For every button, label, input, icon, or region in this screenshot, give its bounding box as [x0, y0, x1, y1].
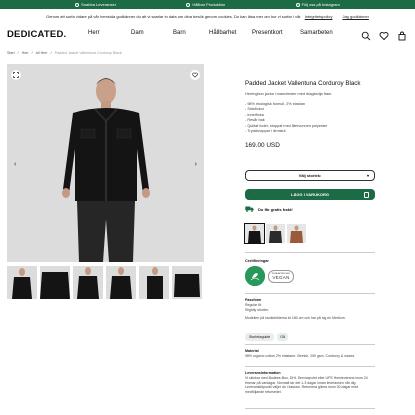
privacy-policy-link[interactable]: Integritetspolicy: [305, 14, 333, 19]
usp-bar: Snabba Leveranser Hållbar Produktion Föl…: [0, 0, 415, 9]
delivery-text: Vi skickar med Budbee-Box, DHL Servicepo…: [245, 376, 368, 394]
product-info: Padded Jacket Vallentuna Corduroy Black …: [245, 80, 375, 149]
free-shipping-note: Du får gratis frakt!: [245, 206, 293, 212]
size-guide-button[interactable]: Storleksguide: [245, 333, 275, 341]
free-shipping-text: Du får gratis frakt!: [258, 206, 293, 212]
delivery-section: Leveransinformation Vi skickar med Budbe…: [245, 371, 375, 394]
breadcrumb: Start / Herr / All Herr / Padded Jacket Val…: [7, 51, 122, 55]
color-variant-black[interactable]: [244, 223, 265, 244]
size-select-label: Välj storlek:: [298, 173, 322, 178]
color-variants: [244, 223, 306, 244]
breadcrumb-item[interactable]: All Herr: [36, 51, 48, 55]
gots-logo: [245, 266, 265, 286]
search-icon[interactable]: [361, 28, 371, 41]
prev-image-button[interactable]: ‹: [14, 161, 16, 168]
product-price: 169.00 USD: [245, 142, 280, 150]
material-text: 98% organic cotton 2% elastane. Stretch.…: [245, 354, 356, 359]
thumbnail[interactable]: [172, 266, 202, 299]
material-section: Material 98% organic cotton 2% elastane.…: [245, 349, 375, 359]
heart-icon[interactable]: [379, 28, 389, 41]
add-to-cart-button[interactable]: LÄGG I VARUKORG: [245, 189, 375, 200]
color-variant-brown[interactable]: [287, 224, 306, 243]
heart-icon: [192, 72, 198, 78]
size-guide-badge[interactable]: Gå: [277, 333, 288, 341]
product-main-image[interactable]: ‹ ›: [7, 64, 204, 262]
fit-heading: Passform: [245, 298, 262, 302]
breadcrumb-current: Padded Jacket Vallentuna Corduroy Black: [54, 51, 122, 55]
usp-item[interactable]: Följ oss på Instagram: [295, 2, 340, 7]
material-heading: Material: [245, 349, 259, 353]
main-nav: Herr Dam Barn Hållbarhet Presentkort Sam…: [88, 30, 333, 36]
nav-item-samarbeten[interactable]: Samarbeten: [300, 30, 333, 36]
wishlist-button[interactable]: [190, 70, 200, 80]
header-icons: [361, 28, 407, 41]
divider: [245, 293, 375, 294]
thumbnail[interactable]: [7, 266, 37, 299]
bag-icon: [364, 191, 369, 198]
nav-item-presentkort[interactable]: Presentkort: [252, 30, 300, 36]
model-info: Modellen på studiobilderna är 180 cm och…: [245, 316, 346, 321]
check-icon: [75, 2, 80, 7]
color-variant-dark[interactable]: [266, 224, 285, 243]
chevron-down-icon: ▾: [366, 173, 369, 178]
peta-vegan-logo: PETA-APPROVED VEGAN: [268, 269, 294, 283]
thumbnail[interactable]: [106, 266, 136, 299]
product-features: - 98% ekologisk bomull, 2% elastan - Sid…: [245, 102, 375, 134]
thumbnail-strip: [7, 266, 202, 299]
product-title: Padded Jacket Vallentuna Corduroy Black: [245, 80, 361, 87]
instagram-icon: [295, 2, 300, 7]
usp-item: Hållbar Produktion: [186, 2, 225, 7]
thumbnail[interactable]: [139, 266, 169, 299]
thumbnail[interactable]: [40, 266, 70, 299]
expand-icon: [13, 72, 19, 78]
nav-item-dam[interactable]: Dam: [131, 30, 173, 36]
site-header: DEDICATED. Herr Dam Barn Hållbarhet Pres…: [0, 24, 415, 44]
usp-item: Snabba Leveranser: [75, 2, 116, 7]
certifications-heading: Certifieringar: [245, 259, 269, 263]
fullscreen-button[interactable]: [11, 70, 21, 80]
thumbnail[interactable]: [73, 266, 103, 299]
nav-item-barn[interactable]: Barn: [173, 30, 209, 36]
breadcrumb-item[interactable]: Start: [7, 51, 15, 55]
fit-line: Slightly shorter.: [245, 307, 269, 312]
add-to-cart-label: LÄGG I VARUKORG: [291, 192, 329, 197]
cookie-accept-link[interactable]: Jag godkänner: [342, 14, 368, 19]
size-guide-row: Storleksguide Gå: [245, 333, 288, 341]
vegan-label: VEGAN: [272, 274, 290, 280]
cookie-notice: Genom att surfa vidare på vår hemsida go…: [0, 11, 415, 21]
divider: [245, 344, 375, 345]
nav-item-herr[interactable]: Herr: [88, 30, 131, 36]
divider: [245, 252, 375, 253]
nav-item-hallbarhet[interactable]: Hållbarhet: [209, 30, 252, 36]
feature-item: - Tryckknappar i ärmslut: [245, 129, 286, 134]
product-photo: [62, 78, 150, 262]
breadcrumb-item[interactable]: Herr: [22, 51, 29, 55]
cookie-text: Genom att surfa vidare på vår hemsida go…: [46, 13, 301, 19]
logo[interactable]: DEDICATED.: [7, 29, 66, 40]
fit-section: Passform Regular fit. Slightly shorter. …: [245, 298, 375, 321]
divider: [245, 408, 375, 409]
truck-icon: [245, 206, 254, 212]
product-subtitle: Herringbon jacka i manchester med dragke…: [245, 92, 333, 96]
divider: [245, 366, 375, 367]
delivery-heading: Leveransinformation: [245, 371, 281, 375]
leaf-icon: [186, 2, 191, 7]
certification-logos: PETA-APPROVED VEGAN: [245, 266, 294, 286]
next-image-button[interactable]: ›: [195, 161, 197, 168]
cart-icon[interactable]: [397, 28, 407, 41]
size-select[interactable]: Välj storlek: ▾: [245, 170, 375, 181]
